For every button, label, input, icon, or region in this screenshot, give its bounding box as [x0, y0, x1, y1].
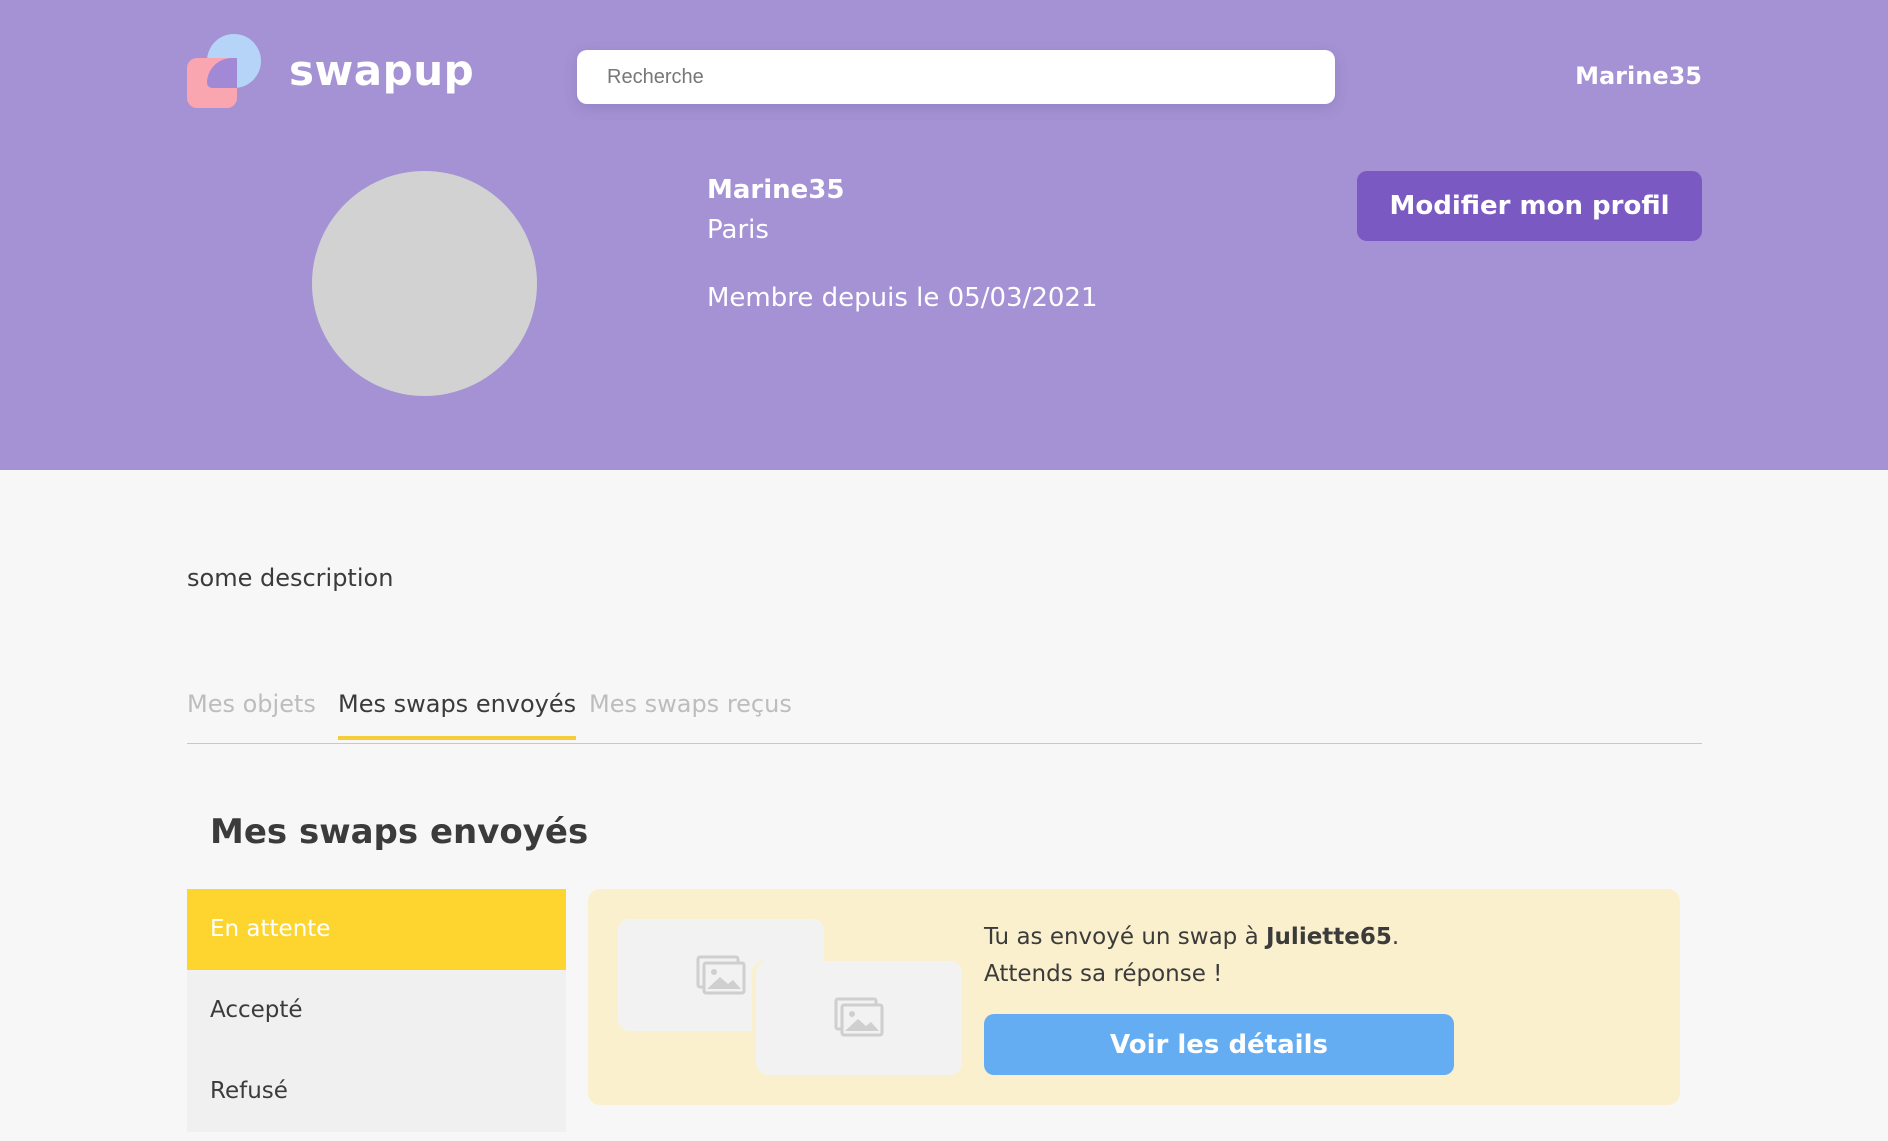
swap-message: Tu as envoyé un swap à Juliette65. Atten…: [984, 919, 1399, 993]
view-details-button[interactable]: Voir les détails: [984, 1014, 1454, 1075]
status-en-attente[interactable]: En attente: [187, 889, 566, 970]
item-thumbnail: [756, 961, 962, 1075]
profile-tabs: Mes objets Mes swaps envoyés Mes swaps r…: [187, 690, 1702, 744]
image-placeholder-icon: [696, 955, 746, 995]
tab-mes-swaps-recus[interactable]: Mes swaps reçus: [589, 690, 792, 736]
edit-profile-button[interactable]: Modifier mon profil: [1357, 171, 1702, 241]
tab-mes-objets[interactable]: Mes objets: [187, 690, 316, 736]
status-accepte[interactable]: Accepté: [187, 970, 566, 1051]
swap-recipient: Juliette65: [1266, 924, 1392, 950]
profile-description: some description: [187, 564, 394, 592]
swap-message-suffix: .: [1391, 924, 1400, 950]
tab-mes-swaps-envoyes[interactable]: Mes swaps envoyés: [338, 690, 577, 740]
brand-name[interactable]: swapup: [289, 46, 474, 95]
profile-header: swapup Marine35 Marine35 Paris Membre de…: [0, 0, 1888, 470]
profile-username: Marine35: [707, 175, 845, 205]
swap-card: Tu as envoyé un swap à Juliette65. Atten…: [588, 889, 1680, 1105]
status-refuse[interactable]: Refusé: [187, 1051, 566, 1132]
swap-message-prefix: Tu as envoyé un swap à: [984, 924, 1266, 950]
swap-message-line2: Attends sa réponse !: [984, 961, 1223, 987]
profile-city: Paris: [707, 215, 769, 245]
status-filter-list: En attente Accepté Refusé: [187, 889, 566, 1132]
user-menu-link[interactable]: Marine35: [1575, 62, 1702, 90]
avatar: [312, 171, 537, 396]
swapup-logo-icon[interactable]: [187, 34, 263, 110]
section-title: Mes swaps envoyés: [210, 812, 589, 852]
search-input[interactable]: [577, 50, 1335, 104]
member-since: Membre depuis le 05/03/2021: [707, 283, 1098, 313]
image-placeholder-icon: [834, 997, 884, 1037]
